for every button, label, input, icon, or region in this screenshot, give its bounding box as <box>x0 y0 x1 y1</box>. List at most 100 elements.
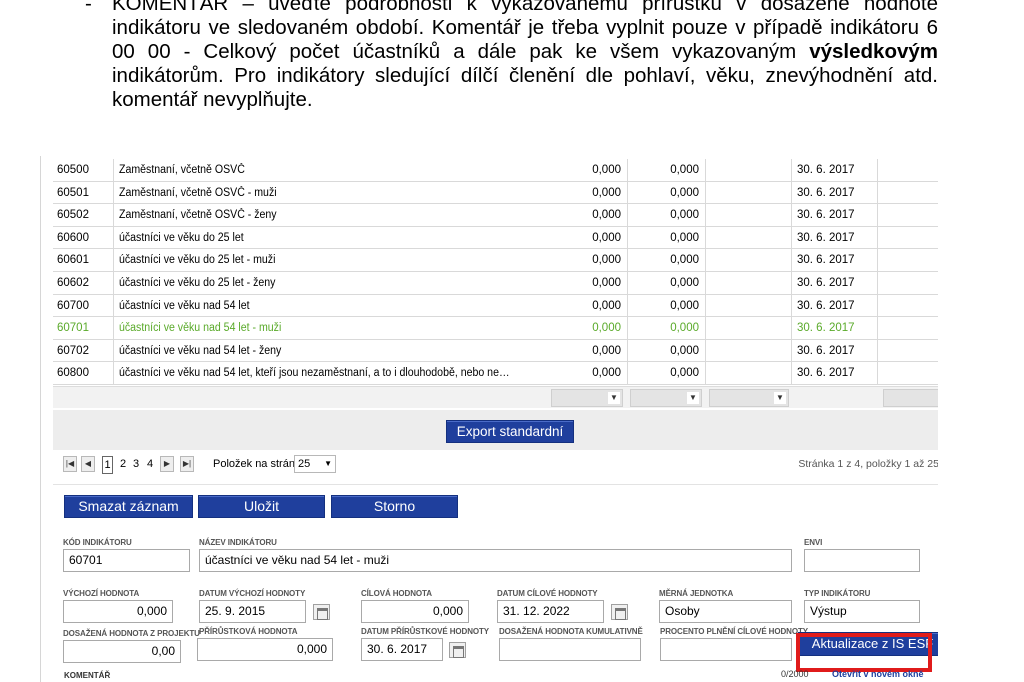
cell-value-2: 0,000 <box>670 254 699 267</box>
procento-field[interactable] <box>660 638 792 661</box>
column-divider <box>113 339 114 362</box>
column-divider <box>877 249 878 272</box>
cell-date: 30. 6. 2017 <box>797 276 855 289</box>
column-divider <box>627 226 628 249</box>
column-divider <box>705 271 706 294</box>
column-divider <box>705 317 706 340</box>
kod-field[interactable]: 60701 <box>63 549 190 572</box>
table-row[interactable]: 60701 účastníci ve věku nad 54 let - muži… <box>53 317 938 340</box>
cell-name: Zaměstnaní, včetně OSVČ - ženy <box>119 209 277 222</box>
filter-select-v1[interactable]: ▼ <box>551 389 623 407</box>
next-page-icon[interactable]: ▶ <box>160 456 174 472</box>
cell-value-1: 0,000 <box>592 367 621 380</box>
char-counter: 0/2000 <box>781 669 809 679</box>
column-divider <box>627 294 628 317</box>
filter-select-v3[interactable]: ▼ <box>709 389 789 407</box>
cell-value-2: 0,000 <box>670 186 699 199</box>
calendar-icon[interactable] <box>611 604 628 620</box>
column-divider <box>791 339 792 362</box>
cell-value-2: 0,000 <box>670 231 699 244</box>
last-page-icon[interactable]: ▶| <box>180 456 194 472</box>
column-divider <box>627 181 628 204</box>
column-divider <box>705 181 706 204</box>
column-divider <box>627 204 628 227</box>
table-row[interactable]: 60500 Zaměstnaní, včetně OSVČ 0,000 0,000 30… <box>53 159 938 182</box>
highlight-frame <box>796 633 932 672</box>
cilova-field[interactable]: 0,000 <box>361 600 469 623</box>
cell-name: účastníci ve věku nad 54 let - ženy <box>119 344 282 357</box>
cell-value-1: 0,000 <box>592 276 621 289</box>
export-standard-button[interactable]: Export standardní <box>446 420 574 443</box>
filter-select-v2[interactable]: ▼ <box>630 389 702 407</box>
calendar-icon[interactable] <box>313 604 330 620</box>
page-3[interactable]: 3 <box>133 456 139 472</box>
cancel-button[interactable]: Storno <box>331 495 458 518</box>
datum-prirustkove-field[interactable]: 30. 6. 2017 <box>361 638 443 661</box>
export-bar: Export standardní <box>53 410 938 450</box>
cell-code: 60702 <box>57 344 89 357</box>
delete-record-button[interactable]: Smazat záznam <box>64 495 193 518</box>
chevron-down-icon: ▼ <box>687 392 699 404</box>
cell-name: účastníci ve věku do 25 let <box>119 231 244 244</box>
cilova-label: CÍLOVÁ HODNOTA <box>361 589 432 598</box>
cell-value-1: 0,000 <box>592 164 621 176</box>
cell-name: účastníci ve věku nad 54 let <box>119 299 250 312</box>
cell-code: 60601 <box>57 254 89 267</box>
page-1[interactable]: 1 <box>102 456 113 474</box>
procento-label: PROCENTO PLNĚNÍ CÍLOVÉ HODNOTY <box>660 627 808 636</box>
vychozi-field[interactable]: 0,000 <box>63 600 173 623</box>
per-page-select[interactable]: 25 ▼ <box>294 455 336 473</box>
calendar-icon[interactable] <box>449 642 466 658</box>
open-new-window-link[interactable]: Otevřít v novém okně <box>832 669 924 679</box>
cell-value-2: 0,000 <box>670 322 699 335</box>
cell-value-1: 0,000 <box>592 322 621 335</box>
chevron-down-icon: ▼ <box>774 392 786 404</box>
column-divider <box>627 339 628 362</box>
table-row[interactable]: 60501 Zaměstnaní, včetně OSVČ - muži 0,000… <box>53 181 938 205</box>
table-row[interactable]: 60600 účastníci ve věku do 25 let 0,000 0,0… <box>53 226 938 250</box>
filter-select-v4[interactable] <box>883 389 938 407</box>
column-divider <box>113 159 114 181</box>
page-4[interactable]: 4 <box>147 456 153 472</box>
column-divider <box>791 271 792 294</box>
dosazena-field[interactable]: 0,00 <box>63 640 181 663</box>
column-divider <box>877 204 878 227</box>
typ-field[interactable]: Výstup <box>804 600 920 623</box>
column-divider <box>627 362 628 385</box>
table-row[interactable]: 60502 Zaměstnaní, včetně OSVČ - ženy 0,000… <box>53 204 938 227</box>
column-divider <box>877 362 878 385</box>
page-2[interactable]: 2 <box>120 456 126 472</box>
cell-code: 60800 <box>57 367 89 380</box>
table-row[interactable]: 60800 účastníci ve věku nad 54 let, kteří… <box>53 362 938 385</box>
cell-code: 60501 <box>57 186 89 199</box>
merna-label: MĚRNÁ JEDNOTKA <box>659 589 734 598</box>
cell-code: 60602 <box>57 276 89 289</box>
table-row[interactable]: 60702 účastníci ve věku nad 54 let - ženy… <box>53 339 938 363</box>
table-row[interactable]: 60602 účastníci ve věku do 25 let - ženy 0… <box>53 271 938 295</box>
column-divider <box>877 159 878 181</box>
envi-field[interactable] <box>804 549 920 572</box>
column-divider <box>705 339 706 362</box>
cell-value-1: 0,000 <box>592 209 621 222</box>
datum-cilove-field[interactable]: 31. 12. 2022 <box>497 600 604 623</box>
kumulativne-field[interactable] <box>499 638 641 661</box>
cell-value-1: 0,000 <box>592 254 621 267</box>
column-divider <box>791 362 792 385</box>
first-page-icon[interactable]: |◀ <box>63 456 77 472</box>
save-button[interactable]: Uložit <box>198 495 325 518</box>
table-row[interactable]: 60601 účastníci ve věku do 25 let - muži 0… <box>53 249 938 272</box>
instruction-bold-word: výsledkovým <box>809 40 938 63</box>
bullet-dash: - <box>85 0 92 15</box>
prirustkova-field[interactable]: 0,000 <box>197 638 333 661</box>
nazev-field[interactable]: účastníci ve věku nad 54 let - muži <box>199 549 792 572</box>
prev-page-icon[interactable]: ◀ <box>81 456 95 472</box>
column-divider <box>627 159 628 181</box>
datum-vychozi-field[interactable]: 25. 9. 2015 <box>199 600 306 623</box>
merna-field[interactable]: Osoby <box>659 600 792 623</box>
table-row[interactable]: 60700 účastníci ve věku nad 54 let 0,000 0,… <box>53 294 938 318</box>
column-divider <box>791 159 792 181</box>
column-divider <box>877 226 878 249</box>
column-divider <box>705 362 706 385</box>
vychozi-label: VÝCHOZÍ HODNOTA <box>63 589 140 598</box>
filter-bar: ▼ ▼ ▼ <box>53 386 938 408</box>
